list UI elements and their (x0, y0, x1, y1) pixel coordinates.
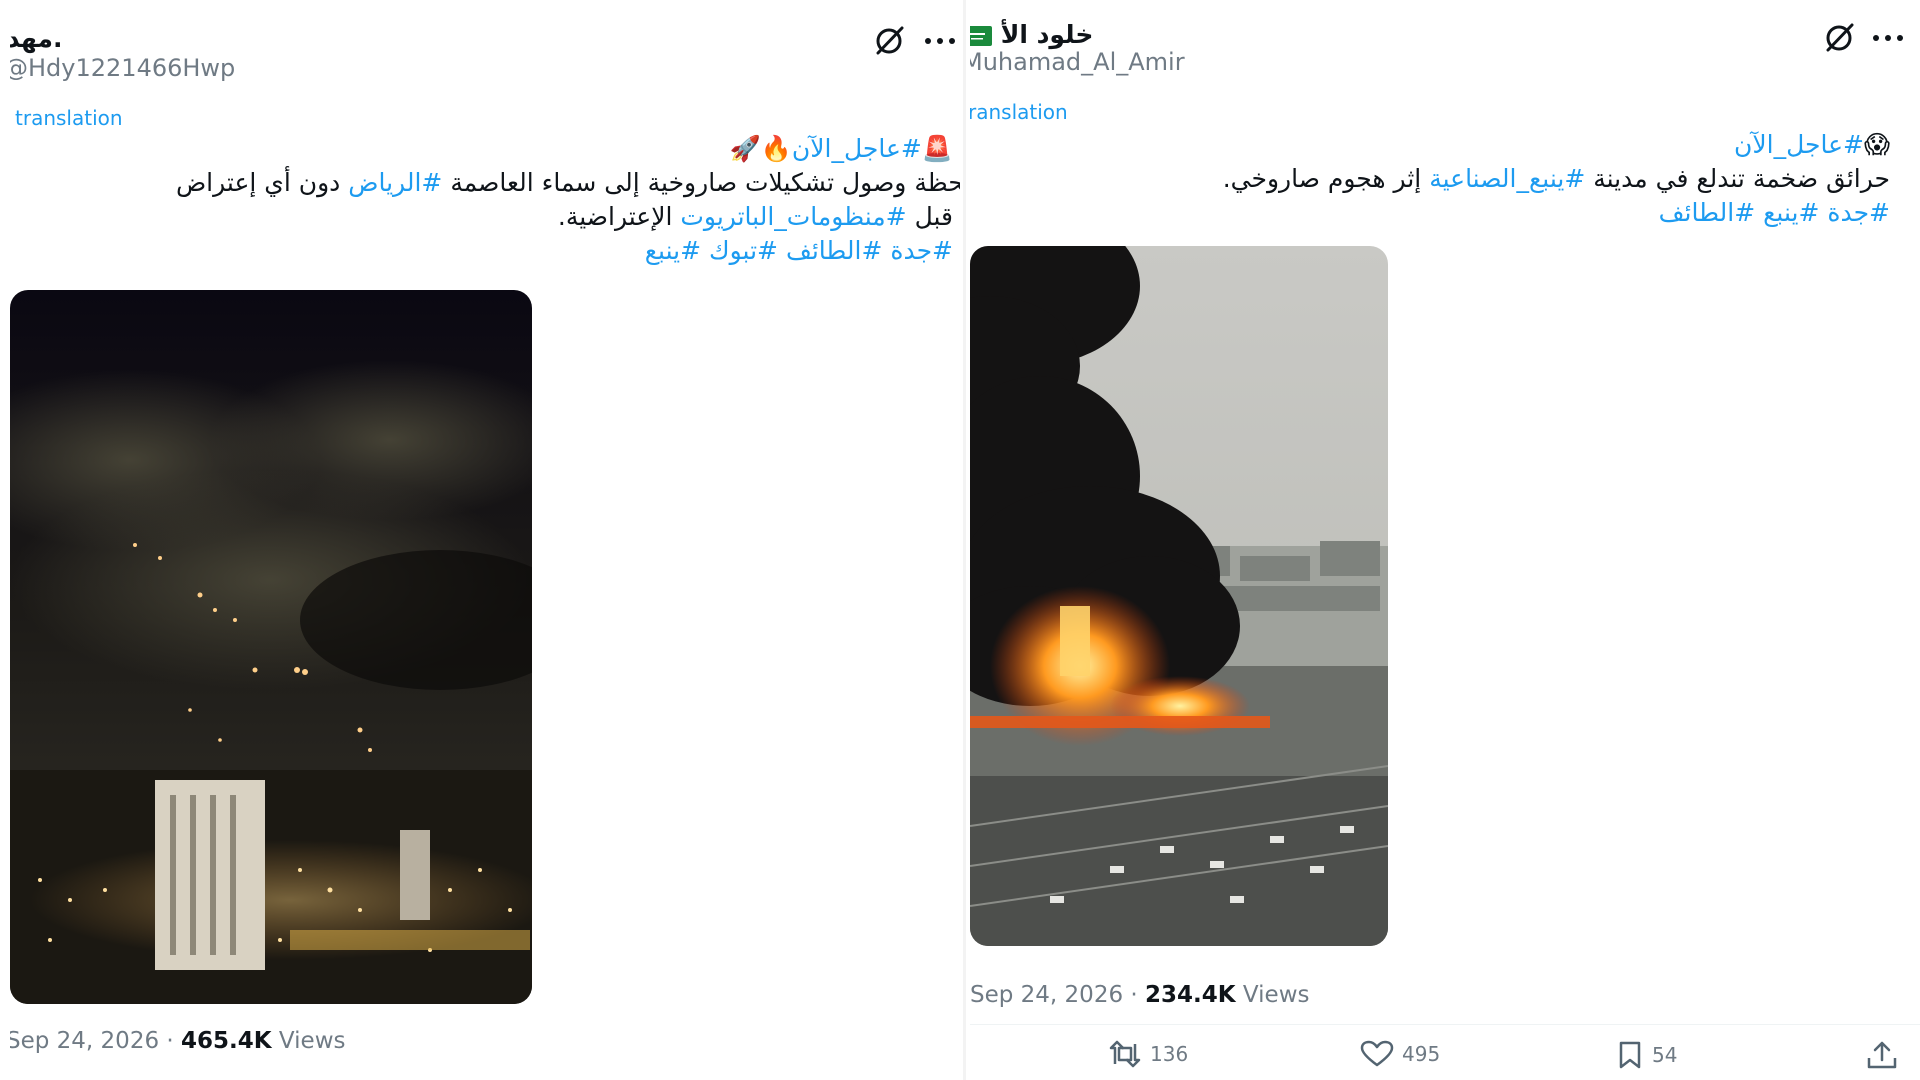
hashtag[interactable]: #عاجل_الآن (1734, 130, 1864, 159)
night-sky-city-image (10, 290, 532, 1004)
grok-slashed-circle-icon[interactable] (872, 23, 906, 57)
heart-icon (1360, 1040, 1394, 1067)
translation-link[interactable]: ranslation (970, 100, 1068, 124)
hashtag[interactable]: #جدة (1827, 198, 1890, 227)
fire-smoke-city-image (970, 246, 1388, 946)
user-handle[interactable]: @Hdy1221466Hwp (10, 54, 235, 82)
tweet-text-segment: دون أي إعتراض (175, 168, 341, 197)
bookmark-button[interactable]: 54 (1616, 1040, 1677, 1070)
display-name[interactable]: .مهدi (10, 24, 63, 53)
user-handle[interactable]: Muhamad_Al_Amir (970, 48, 1185, 76)
tweet-date[interactable]: Sep 24, 2026 · (10, 1028, 174, 1054)
right-tweet: خلود الأ Muhamad_Al_Amir ranslation 😱#عا… (970, 0, 1920, 1080)
tweet-line-2: حرائق ضخمة تندلع في مدينة #ينبع_الصناعية… (1223, 162, 1890, 196)
bookmark-icon (1619, 1041, 1641, 1069)
saudi-flag-icon (970, 26, 992, 46)
tweet-text-segment: الإعتراضية. (557, 202, 673, 231)
hashtag[interactable]: #ينبع_الصناعية (1429, 164, 1585, 193)
translation-link[interactable]: translation (15, 106, 123, 130)
scream-emoji-icon: 😱 (1863, 130, 1890, 159)
repost-button[interactable]: 136 (1108, 1040, 1188, 1068)
tweet-text-segment: حرائق ضخمة تندلع في مدينة (1593, 164, 1890, 193)
share-button[interactable] (1866, 1040, 1898, 1070)
tweet-text-segment: قبل (914, 202, 953, 231)
like-button[interactable]: 495 (1360, 1040, 1440, 1068)
tweet-meta: Sep 24, 2026 · 465.4K Views (10, 1028, 346, 1054)
grok-slashed-circle-icon[interactable] (1822, 20, 1856, 54)
like-count: 495 (1402, 1042, 1441, 1066)
tweet-line-1: 🚨#عاجل_الآن🔥🚀 (730, 132, 953, 166)
panel-divider (963, 0, 966, 1080)
action-bar-divider (970, 1024, 1920, 1025)
tweet-text-segment: إثر هجوم صاروخي. (1222, 164, 1422, 193)
tweet-line-1: 😱#عاجل_الآن (1734, 128, 1890, 162)
bookmark-count: 54 (1652, 1043, 1678, 1067)
tweet-line-3: #جدة #ينبع #الطائف (1659, 196, 1890, 230)
views-label: Views (1242, 982, 1310, 1008)
views-label: Views (278, 1028, 346, 1054)
siren-emoji-icon: 🚨 (921, 134, 953, 163)
rocket-emoji-icon: 🚀 (729, 134, 761, 163)
tweet-line-2: لحظة وصول تشكيلات صاروخية إلى سماء العاص… (176, 166, 960, 200)
tweet-line-3: قبل #منظومات_الباتريوت الإعتراضية. (558, 200, 953, 234)
tweet-text-segment: لحظة وصول تشكيلات صاروخية إلى سماء العاص… (450, 168, 960, 197)
hashtag[interactable]: #ينبع (1763, 198, 1819, 227)
repost-icon (1109, 1040, 1141, 1068)
share-icon (1867, 1041, 1897, 1069)
display-name-text: .مهدi (10, 24, 63, 53)
tweet-video-fire-smoke[interactable] (970, 246, 1388, 946)
more-dots-icon[interactable] (1872, 33, 1904, 43)
hashtag[interactable]: #الطائف (1659, 198, 1755, 227)
repost-count: 136 (1150, 1042, 1189, 1066)
views-count: 234.4K (1145, 982, 1236, 1008)
hashtag[interactable]: #ينبع (645, 236, 701, 265)
hashtag[interactable]: #عاجل_الآن (792, 134, 922, 163)
views-count: 465.4K (181, 1028, 272, 1054)
tweet-date[interactable]: Sep 24, 2026 · (970, 982, 1138, 1008)
hashtag[interactable]: #منظومات_الباتريوت (680, 202, 906, 231)
hashtag[interactable]: #الطائف (786, 236, 882, 265)
display-name[interactable]: خلود الأ (970, 20, 1093, 49)
display-name-text: خلود الأ (1000, 20, 1094, 49)
left-tweet: .مهدi @Hdy1221466Hwp translation 🚨#عاجل_… (10, 0, 960, 1080)
tweet-video-night-missiles[interactable] (10, 290, 532, 1004)
more-dots-icon[interactable] (924, 36, 956, 46)
hashtag[interactable]: #تبوك (709, 236, 778, 265)
tweet-line-4: #جدة #الطائف #تبوك #ينبع (645, 234, 953, 268)
fire-emoji-icon: 🔥 (760, 134, 792, 163)
hashtag[interactable]: #جدة (890, 236, 953, 265)
hashtag[interactable]: #الرياض (348, 168, 442, 197)
tweet-meta: Sep 24, 2026 · 234.4K Views (970, 982, 1310, 1008)
